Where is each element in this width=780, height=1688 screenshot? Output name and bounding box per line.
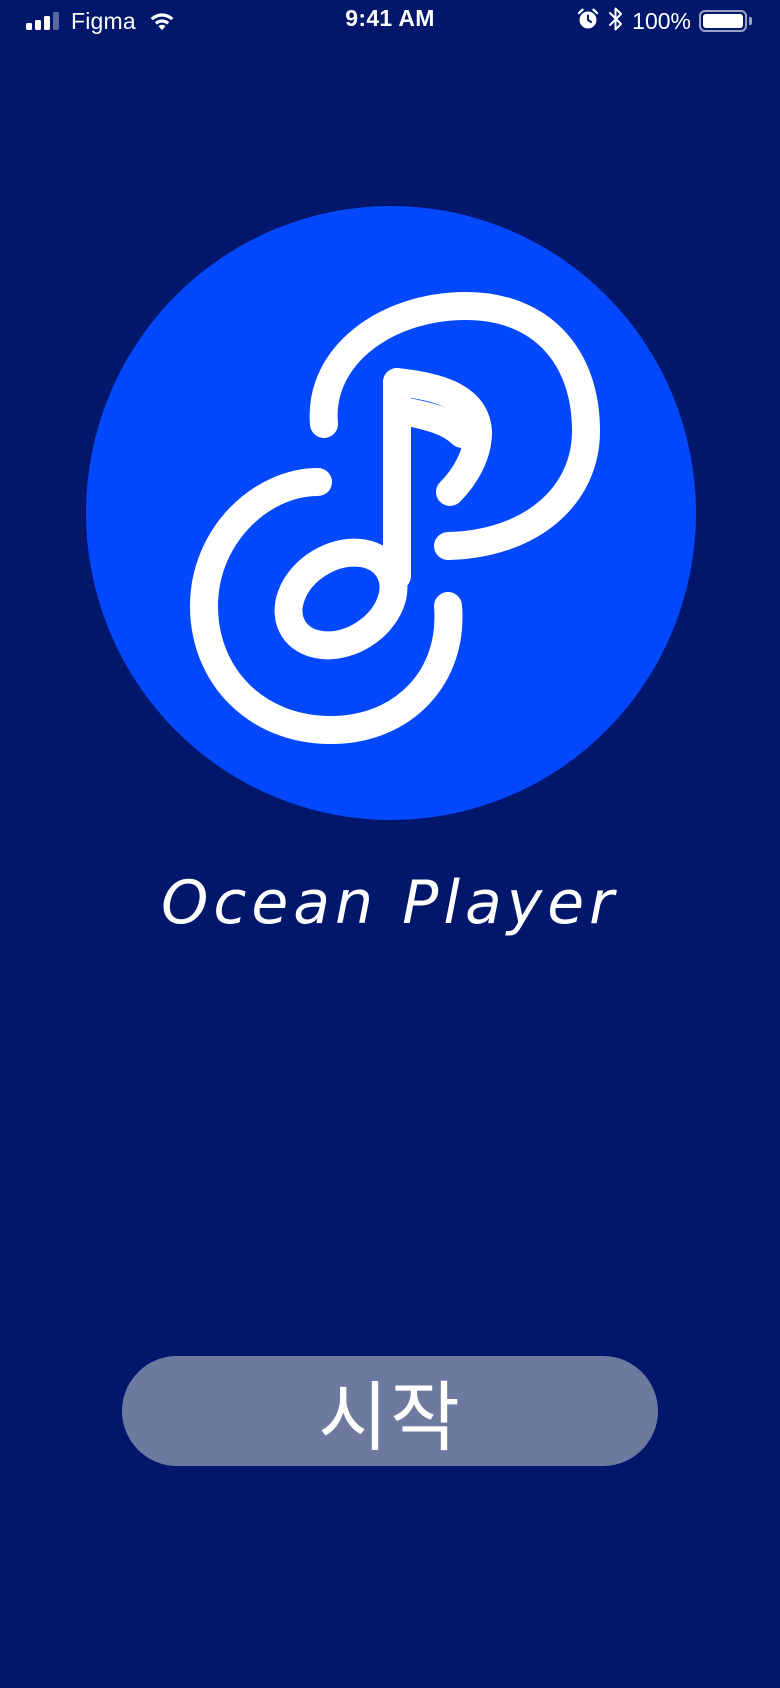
app-name: Ocean Player — [161, 868, 619, 938]
status-right: 100% — [576, 6, 752, 36]
status-bar: Figma 9:41 AM 100% — [0, 0, 780, 42]
bluetooth-icon — [608, 6, 624, 37]
start-button[interactable]: 시작 — [122, 1356, 658, 1466]
alarm-icon — [576, 7, 600, 36]
app-logo — [86, 206, 696, 820]
battery-icon — [699, 10, 752, 32]
battery-percent: 100% — [632, 7, 691, 34]
start-button-label: 시작 — [318, 1373, 462, 1462]
music-note-icon — [190, 292, 600, 744]
